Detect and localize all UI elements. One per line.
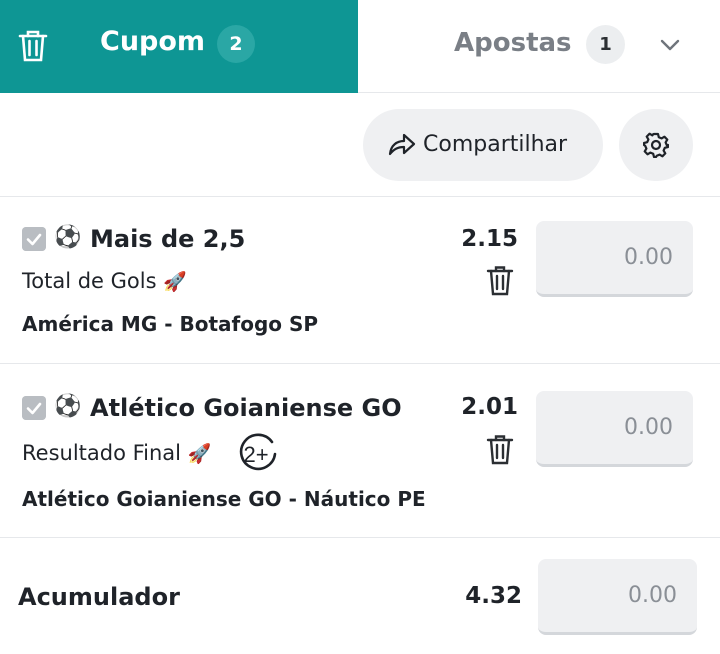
- accumulator-odd: 4.32: [465, 583, 522, 609]
- bet-odd: 2.15: [461, 226, 518, 252]
- share-button[interactable]: Compartilhar: [363, 109, 603, 181]
- match-home: América MG: [22, 312, 158, 336]
- gear-icon: [643, 132, 669, 158]
- checkbox-icon[interactable]: [22, 227, 46, 251]
- slip-toolbar: Compartilhar: [0, 93, 720, 197]
- trash-icon[interactable]: [486, 434, 514, 466]
- accumulator-label: Acumulador: [18, 583, 180, 611]
- accumulator-stake-input[interactable]: [538, 559, 697, 635]
- apostas-count-badge: 1: [586, 25, 625, 64]
- soccer-ball-icon: ⚽: [54, 225, 82, 250]
- match-away: Botafogo SP: [179, 312, 319, 336]
- cupom-count-badge: 2: [217, 25, 255, 63]
- match-away: Náutico PE: [303, 487, 426, 511]
- stake-input[interactable]: [536, 221, 693, 297]
- bet-selection: Atlético Goianiense GO: [90, 394, 402, 422]
- rocket-icon: 🚀: [187, 443, 212, 465]
- accumulator-row: Acumulador 4.32: [0, 538, 720, 654]
- checkbox-icon[interactable]: [22, 396, 46, 420]
- tab-apostas[interactable]: Apostas: [454, 28, 572, 58]
- bet-market-label: Resultado Final: [22, 441, 182, 465]
- boost-2plus-icon: 2+: [239, 433, 277, 471]
- share-icon: [388, 133, 416, 156]
- slip-tabs: Cupom 2 Apostas 1: [0, 0, 720, 93]
- rocket-icon: 🚀: [163, 271, 187, 293]
- bet-odd: 2.01: [461, 394, 518, 420]
- bet-market-label: Total de Gols: [22, 269, 157, 293]
- bet-item: ⚽ Atlético Goianiense GO Resultado Final…: [0, 364, 720, 538]
- settings-button[interactable]: [619, 109, 693, 181]
- bet-market: Resultado Final 🚀: [22, 441, 211, 465]
- bet-market: Total de Gols 🚀: [22, 269, 187, 293]
- soccer-ball-icon: ⚽: [54, 394, 82, 419]
- trash-icon[interactable]: [486, 265, 514, 297]
- share-button-label[interactable]: Compartilhar: [423, 132, 567, 157]
- boost-badge-text: 2+: [243, 442, 268, 467]
- bet-match: América MG - Botafogo SP: [22, 312, 319, 336]
- tab-cupom-label[interactable]: Cupom: [100, 26, 205, 57]
- chevron-down-icon[interactable]: [656, 33, 684, 57]
- bet-item: ⚽ Mais de 2,5 Total de Gols 🚀 América MG…: [0, 197, 720, 364]
- tab-cupom[interactable]: Cupom 2: [0, 0, 358, 93]
- trash-icon[interactable]: [17, 29, 49, 63]
- bet-selection: Mais de 2,5: [90, 225, 246, 253]
- match-home: Atlético Goianiense GO: [22, 487, 282, 511]
- bet-match: Atlético Goianiense GO - Náutico PE: [22, 487, 426, 511]
- stake-input[interactable]: [536, 391, 693, 467]
